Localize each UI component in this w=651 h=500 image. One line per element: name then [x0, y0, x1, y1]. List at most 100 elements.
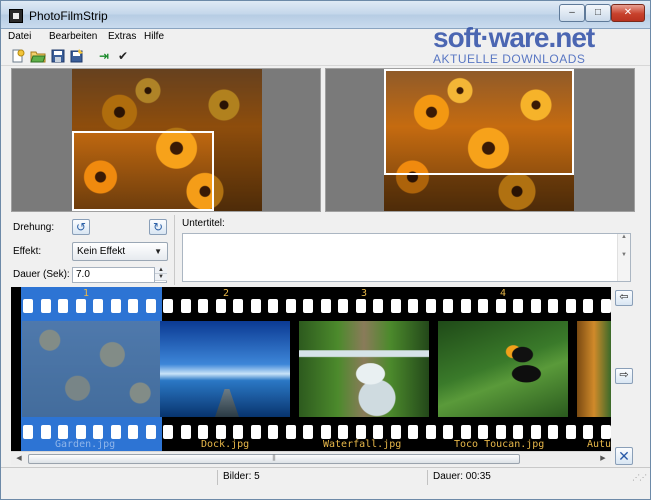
- frame-filename: Autu: [587, 439, 611, 450]
- film-perforation: [163, 425, 173, 439]
- film-perforation: [583, 299, 593, 313]
- frame-filename: Waterfall.jpg: [323, 439, 402, 450]
- film-perforation: [58, 425, 68, 439]
- film-perforation: [303, 299, 313, 313]
- frame-thumbnail-garden[interactable]: [22, 321, 161, 417]
- save-as-icon[interactable]: [69, 48, 85, 64]
- film-perforation: [93, 425, 103, 439]
- film-perforation: [198, 425, 208, 439]
- resize-grip-icon[interactable]: ⋰⋰: [632, 473, 647, 482]
- frame-thumbnail-waterfall[interactable]: [299, 321, 429, 417]
- menu-hilfe[interactable]: Hilfe: [144, 31, 164, 42]
- end-crop-preview[interactable]: [325, 68, 635, 212]
- film-perforation: [443, 299, 453, 313]
- stepper-down-icon[interactable]: ▼: [155, 274, 167, 281]
- film-perforation: [390, 299, 401, 313]
- film-perforation: [338, 299, 348, 313]
- check-icon[interactable]: ✔: [115, 48, 131, 64]
- film-perforation: [23, 425, 33, 439]
- film-perforation: [548, 425, 558, 439]
- film-perforation: [180, 299, 191, 313]
- frame-number: 4: [500, 288, 507, 299]
- save-icon[interactable]: [50, 48, 66, 64]
- stepper-up-icon[interactable]: ▲: [155, 267, 167, 274]
- close-button[interactable]: ✕: [611, 4, 645, 22]
- film-perforation: [495, 425, 506, 439]
- filmstrip-perforations-bottom: [11, 425, 611, 439]
- film-perforation: [565, 425, 576, 439]
- film-perforation: [338, 425, 348, 439]
- minimize-button[interactable]: –: [559, 4, 585, 22]
- move-left-button[interactable]: ⇦: [615, 290, 633, 306]
- film-perforation: [233, 425, 243, 439]
- frame-thumbnail-toco-toucan[interactable]: [438, 321, 568, 417]
- film-perforation: [303, 425, 313, 439]
- scroll-grip: ⫼: [272, 455, 276, 462]
- film-perforation: [565, 299, 576, 313]
- film-perforation: [513, 299, 523, 313]
- film-perforation: [40, 299, 51, 313]
- film-perforation: [408, 425, 418, 439]
- status-image-count: Bilder: 5: [223, 471, 260, 482]
- film-perforation: [390, 425, 401, 439]
- film-perforation: [355, 425, 366, 439]
- title-bar[interactable]: PhotoFilmStrip – □ ✕: [1, 1, 650, 29]
- film-perforation: [513, 425, 523, 439]
- film-perforation: [495, 299, 506, 313]
- film-perforation: [443, 425, 453, 439]
- film-perforation: [215, 425, 226, 439]
- subtitle-textarea[interactable]: [182, 233, 631, 282]
- menu-datei[interactable]: Datei: [8, 31, 31, 42]
- rotate-left-button[interactable]: ↺: [72, 219, 90, 235]
- remove-image-button[interactable]: ✕: [615, 447, 633, 465]
- film-perforation: [425, 425, 436, 439]
- filmstrip[interactable]: 1 2 3 4 Garden.jpg Dock.jpg Waterfall.jp…: [11, 287, 611, 451]
- film-perforation: [478, 425, 488, 439]
- subtitle-label: Untertitel:: [182, 218, 225, 229]
- duration-stepper[interactable]: ▲ ▼: [154, 267, 167, 283]
- status-separator: [217, 470, 218, 485]
- open-project-icon[interactable]: [30, 48, 46, 64]
- new-project-icon[interactable]: [10, 48, 26, 64]
- frame-thumbnail-dock[interactable]: [160, 321, 290, 417]
- rotate-right-icon: ↻: [152, 220, 164, 234]
- film-perforation: [285, 425, 296, 439]
- menu-bearbeiten[interactable]: Bearbeiten: [49, 31, 97, 42]
- end-crop-rectangle[interactable]: [384, 69, 574, 175]
- duration-input[interactable]: 7.0: [72, 267, 167, 283]
- menu-extras[interactable]: Extras: [108, 31, 136, 42]
- film-perforation: [320, 299, 331, 313]
- toolbar: ⇥ ✔: [1, 46, 650, 66]
- film-perforation: [110, 425, 121, 439]
- status-separator: [427, 470, 428, 485]
- film-perforation: [233, 299, 243, 313]
- scroll-right-icon[interactable]: ▶: [596, 453, 610, 465]
- filmstrip-perforations-top: [11, 299, 611, 313]
- film-perforation: [215, 299, 226, 313]
- film-perforation: [408, 299, 418, 313]
- film-perforation: [198, 299, 208, 313]
- film-perforation: [40, 425, 51, 439]
- scroll-left-icon[interactable]: ◀: [12, 453, 26, 465]
- effect-value: Kein Effekt: [77, 246, 126, 257]
- remove-icon: ✕: [618, 448, 630, 464]
- app-icon: [9, 9, 23, 23]
- frame-thumbnail-autumn[interactable]: [577, 321, 611, 417]
- effect-dropdown[interactable]: Kein Effekt ▼: [72, 242, 168, 261]
- film-perforation: [23, 299, 33, 313]
- rotate-right-button[interactable]: ↻: [149, 219, 167, 235]
- scrollbar-thumb[interactable]: ⫼: [28, 454, 520, 464]
- rotate-left-icon: ↺: [75, 220, 87, 234]
- maximize-button[interactable]: □: [585, 4, 611, 22]
- film-perforation: [163, 299, 173, 313]
- render-icon[interactable]: ⇥: [96, 48, 112, 64]
- frame-number: 2: [223, 288, 230, 299]
- start-crop-preview[interactable]: [11, 68, 321, 212]
- frame-filename: Dock.jpg: [201, 439, 250, 450]
- filmstrip-scrollbar[interactable]: ◀ ⫼ ▶: [11, 451, 611, 465]
- film-perforation: [145, 299, 156, 313]
- move-right-button[interactable]: ⇨: [615, 368, 633, 384]
- film-perforation: [128, 425, 138, 439]
- status-bar: Bilder: 5 Dauer: 00:35 ⋰⋰: [1, 467, 650, 487]
- start-crop-rectangle[interactable]: [72, 131, 214, 211]
